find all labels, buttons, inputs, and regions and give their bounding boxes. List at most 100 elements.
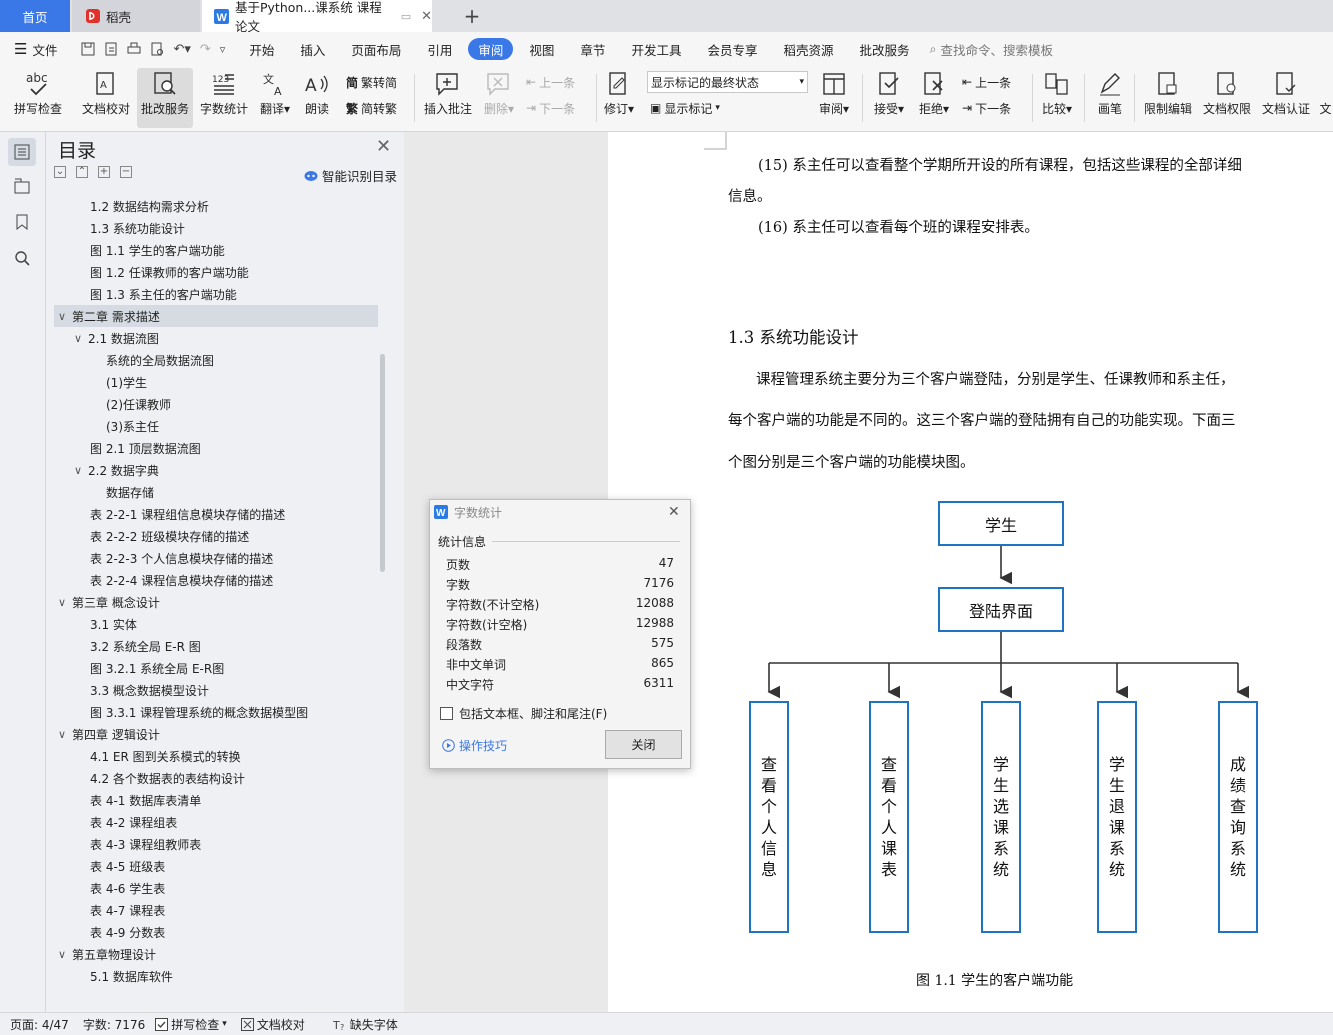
menu-layout[interactable]: 页面布局 [341,38,411,60]
toc-item[interactable]: 图 1.2 任课教师的客户端功能 [90,261,249,283]
print-preview-icon[interactable] [150,42,164,56]
toc-item[interactable]: 表 2-2-3 个人信息模块存储的描述 [90,547,273,569]
document-page[interactable]: (15) 系主任可以查看整个学期所开设的所有课程，包括这些课程的全部详细 信息。… [608,132,1333,1012]
spell-check-button[interactable]: abc 拼写检查 [6,68,70,128]
chevron-down-icon[interactable]: ∨ [58,728,72,741]
close-tab-icon[interactable]: ✕ [421,9,432,24]
toc-item[interactable]: 图 1.3 系主任的客户端功能 [90,283,237,305]
menu-daoke-resources[interactable]: 稻壳资源 [773,38,843,60]
menu-references[interactable]: 引用 [417,38,462,60]
toc-item[interactable]: 表 2-2-2 班级模块存储的描述 [90,525,249,547]
bookmark-icon[interactable] [8,208,36,236]
file-menu[interactable]: ☰ 文件 [4,38,67,60]
doc-check-status[interactable]: 文档校对 [240,1016,305,1033]
prev-change-button[interactable]: ⇤ 上一条 [962,72,1011,92]
expand-up-icon[interactable]: ⌃ [76,166,88,178]
toc-item[interactable]: 3.3 概念数据模型设计 [90,679,209,701]
print-icon[interactable] [127,42,141,56]
menu-developer[interactable]: 开发工具 [621,38,691,60]
toc-item[interactable]: ∨ 第三章 概念设计 [58,591,160,613]
markup-state-select[interactable]: 显示标记的最终状态 ▾ [647,71,808,93]
chapter-nav-icon[interactable] [8,172,36,200]
ribbon-overflow-item[interactable]: 文 [1318,68,1333,128]
redo-icon[interactable]: ↷ [200,42,211,57]
command-search[interactable]: ⌕ 查找命令、搜索模板 [930,40,1054,59]
show-markup-button[interactable]: ▣ 显示标记 ▾ [650,98,720,118]
pin-icon[interactable]: ▭ [401,10,411,23]
toc-nav-icon[interactable] [8,138,36,166]
toc-scrollbar[interactable] [380,354,385,572]
menu-start[interactable]: 开始 [239,38,284,60]
toc-item[interactable]: 1.3 系统功能设计 [90,217,185,239]
review-pane-button[interactable]: 审阅▾ [815,68,853,128]
toc-item[interactable]: 表 4-9 分数表 [90,921,165,943]
tips-link[interactable]: 操作技巧 [442,737,507,754]
toc-item[interactable]: 系统的全局数据流图 [106,349,214,371]
toc-item[interactable]: 表 4-7 课程表 [90,899,165,921]
insert-comment-button[interactable]: 插入批注 [420,68,476,128]
smart-toc-button[interactable]: 智能识别目录 [304,166,397,185]
next-comment-button[interactable]: ⇥ 下一条 [526,98,575,118]
next-change-button[interactable]: ⇥ 下一条 [962,98,1011,118]
trad-to-simp-button[interactable]: 简繁转简 [346,72,397,92]
toc-item[interactable]: 1.2 数据结构需求分析 [90,195,209,217]
track-changes-button[interactable]: 修订▾ [600,68,638,128]
toc-item[interactable]: 3.2 系统全局 E-R 图 [90,635,201,657]
toc-item[interactable]: 表 4-2 课程组表 [90,811,177,833]
menu-view[interactable]: 视图 [519,38,564,60]
collapse-all-icon[interactable]: ⌄ [54,166,66,178]
tab-document[interactable]: W 基于Python...课系统 课程论文 ▭ ✕ [202,0,432,34]
toc-item[interactable]: (2)任课教师 [106,393,171,415]
simp-to-trad-button[interactable]: 繁简转繁 [346,98,397,118]
word-count-button[interactable]: 123 字数统计 [197,68,251,128]
doc-permission-button[interactable]: 文档权限 [1199,68,1255,128]
toc-item[interactable]: ∨ 第二章 需求描述 [54,305,378,327]
tab-daoke[interactable]: 稻壳 [72,0,200,32]
tab-home[interactable]: 首页 [0,0,70,32]
page-indicator[interactable]: 页面: 4/47 [10,1016,69,1033]
toc-item[interactable]: 4.2 各个数据表的表结构设计 [90,767,245,789]
undo-icon[interactable]: ↶▾ [173,42,190,57]
new-tab-button[interactable]: + [460,0,484,32]
chevron-down-icon[interactable]: ∨ [58,948,72,961]
pen-button[interactable]: 画笔 [1090,68,1130,128]
toc-item[interactable]: 表 4-1 数据库表清单 [90,789,201,811]
toc-item[interactable]: 图 3.3.1 课程管理系统的概念数据模型图 [90,701,308,723]
close-icon[interactable]: ✕ [376,136,391,157]
toc-item[interactable]: ∨ 2.1 数据流图 [74,327,159,349]
include-footnotes-checkbox[interactable]: 包括文本框、脚注和尾注(F) [440,705,607,722]
toc-item[interactable]: 3.1 实体 [90,613,137,635]
spell-check-status[interactable]: 拼写检查 ▾ [155,1016,227,1033]
toc-item[interactable]: 表 4-3 课程组教师表 [90,833,201,855]
restrict-edit-button[interactable]: 限制编辑 [1140,68,1196,128]
correction-service-button[interactable]: 批改服务 [137,68,193,128]
search-icon[interactable] [8,244,36,272]
delete-comment-button[interactable]: 删除▾ [480,68,518,128]
chevron-down-icon[interactable]: ∨ [58,596,72,609]
doc-certify-button[interactable]: 文档认证 [1258,68,1314,128]
toc-item[interactable]: 表 2-2-1 课程组信息模块存储的描述 [90,503,285,525]
toc-item[interactable]: 图 2.1 顶层数据流图 [90,437,201,459]
doc-check-button[interactable]: A 文档校对 [78,68,134,128]
dialog-titlebar[interactable]: W 字数统计 [430,500,690,524]
toc-item[interactable]: 数据存储 [106,481,154,503]
translate-button[interactable]: 文A 翻译▾ [255,68,295,128]
toc-item[interactable]: ∨ 2.2 数据字典 [74,459,159,481]
menu-review[interactable]: 审阅 [468,38,514,60]
toc-item[interactable]: 图 1.1 学生的客户端功能 [90,239,225,261]
chevron-down-icon[interactable]: ∨ [74,464,88,477]
accept-button[interactable]: 接受▾ [869,68,909,128]
collapse-minus-icon[interactable]: − [120,166,132,178]
menu-chapter[interactable]: 章节 [570,38,615,60]
menu-correction[interactable]: 批改服务 [849,38,919,60]
toc-item[interactable]: 4.1 ER 图到关系模式的转换 [90,745,241,767]
reject-button[interactable]: 拒绝▾ [914,68,954,128]
checkbox-box[interactable] [440,707,453,720]
dialog-close-button[interactable]: 关闭 [605,730,682,759]
export-pdf-icon[interactable] [104,42,118,56]
toc-item[interactable]: ∨ 第五章物理设计 [58,943,156,965]
toc-item[interactable]: ∨ 第四章 逻辑设计 [58,723,160,745]
save-icon[interactable] [81,42,95,56]
chevron-down-icon[interactable]: ∨ [74,332,88,345]
toc-item[interactable]: 图 3.2.1 系统全局 E-R图 [90,657,224,679]
